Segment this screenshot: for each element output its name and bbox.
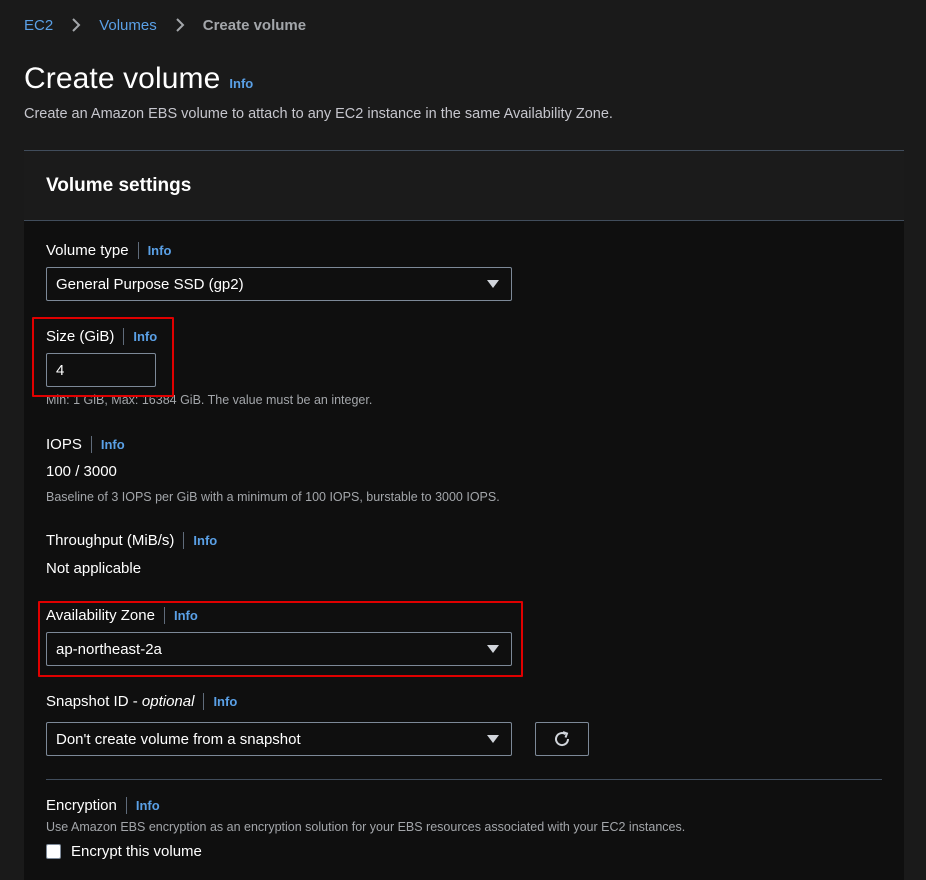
snapshot-value: Don't create volume from a snapshot	[56, 730, 301, 748]
availability-zone-info-link[interactable]: Info	[174, 608, 198, 623]
refresh-icon	[555, 731, 570, 747]
encryption-label: Encryption	[46, 796, 117, 814]
caret-down-icon	[487, 645, 499, 653]
availability-zone-label-row: Availability Zone Info	[46, 605, 198, 625]
volume-type-select[interactable]: General Purpose SSD (gp2)	[46, 267, 512, 301]
encryption-info-link[interactable]: Info	[136, 798, 160, 813]
chevron-right-icon	[171, 16, 189, 34]
availability-zone-select[interactable]: ap-northeast-2a	[46, 632, 512, 666]
iops-label: IOPS	[46, 435, 82, 453]
caret-down-icon	[487, 280, 499, 288]
caret-down-icon	[487, 735, 499, 743]
page-description: Create an Amazon EBS volume to attach to…	[24, 106, 613, 122]
size-hint: Min: 1 GiB, Max: 16384 GiB. The value mu…	[46, 393, 373, 407]
encrypt-volume-checkbox-row[interactable]: Encrypt this volume	[46, 843, 202, 860]
label-divider	[163, 606, 165, 624]
page-title: Create volume	[24, 62, 221, 95]
size-info-link[interactable]: Info	[133, 329, 157, 344]
volume-type-label-row: Volume type Info	[46, 240, 171, 260]
size-label: Size (GiB)	[46, 327, 115, 345]
throughput-value: Not applicable	[46, 560, 142, 577]
availability-zone-label: Availability Zone	[46, 606, 155, 624]
availability-zone-value: ap-northeast-2a	[56, 640, 162, 658]
throughput-info-link[interactable]: Info	[193, 533, 217, 548]
panel-header: Volume settings	[24, 151, 904, 221]
breadcrumb-link-volumes[interactable]: Volumes	[99, 17, 157, 34]
iops-value: 100 / 3000	[46, 463, 117, 480]
label-divider	[125, 796, 127, 814]
size-label-row: Size (GiB) Info	[46, 326, 157, 346]
breadcrumb-link-ec2[interactable]: EC2	[24, 17, 53, 34]
snapshot-label: Snapshot ID - optional	[46, 693, 194, 710]
chevron-right-icon	[67, 16, 85, 34]
encrypt-volume-label: Encrypt this volume	[71, 843, 202, 860]
refresh-snapshots-button[interactable]	[535, 722, 589, 756]
volume-type-info-link[interactable]: Info	[148, 243, 172, 258]
section-divider	[46, 779, 882, 780]
breadcrumb: EC2 Volumes Create volume	[24, 16, 306, 34]
label-divider	[203, 692, 205, 710]
iops-info-link[interactable]: Info	[101, 437, 125, 452]
encryption-hint: Use Amazon EBS encryption as an encrypti…	[46, 820, 686, 834]
snapshot-label-text: Snapshot ID -	[46, 692, 142, 710]
iops-label-row: IOPS Info	[46, 434, 125, 454]
throughput-label: Throughput (MiB/s)	[46, 531, 175, 549]
label-divider	[123, 327, 125, 345]
label-divider	[137, 241, 139, 259]
snapshot-select[interactable]: Don't create volume from a snapshot	[46, 722, 512, 756]
volume-type-label: Volume type	[46, 241, 129, 259]
encrypt-volume-checkbox[interactable]	[46, 844, 61, 859]
iops-hint: Baseline of 3 IOPS per GiB with a minimu…	[46, 490, 500, 504]
panel-title: Volume settings	[46, 174, 192, 196]
page-info-link[interactable]: Info	[229, 76, 253, 91]
size-input[interactable]	[46, 353, 156, 387]
encryption-label-row: Encryption Info	[46, 795, 160, 815]
snapshot-label-optional: optional	[141, 692, 195, 710]
snapshot-info-link[interactable]: Info	[213, 694, 237, 709]
snapshot-label-row: Snapshot ID - optional Info	[46, 691, 237, 711]
label-divider	[183, 531, 185, 549]
label-divider	[90, 435, 92, 453]
throughput-label-row: Throughput (MiB/s) Info	[46, 530, 217, 550]
volume-type-value: General Purpose SSD (gp2)	[56, 275, 244, 293]
page-header: Create volume Info	[24, 62, 253, 96]
breadcrumb-current: Create volume	[202, 16, 307, 34]
